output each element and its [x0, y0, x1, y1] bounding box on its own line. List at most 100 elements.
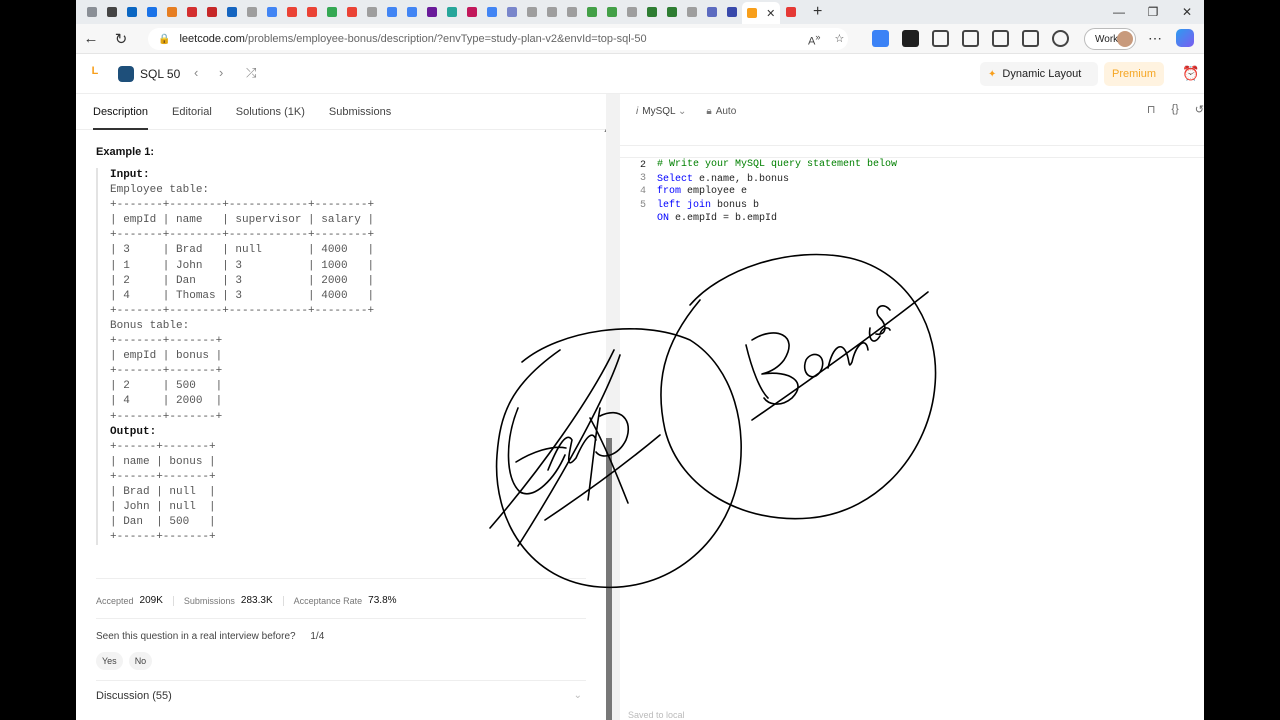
code-line[interactable]: 1 # Write your MySQL query statement bel… [620, 131, 1204, 171]
extension-icon[interactable] [902, 30, 919, 47]
browser-tab[interactable] [522, 3, 541, 21]
collections-icon[interactable] [1022, 30, 1039, 47]
performance-icon[interactable] [1052, 30, 1069, 47]
next-problem-icon[interactable]: › [219, 65, 223, 80]
extension-icon[interactable] [872, 30, 889, 47]
browser-tab[interactable] [222, 3, 241, 21]
browser-tab[interactable] [562, 3, 581, 21]
browser-tab[interactable] [162, 3, 181, 21]
favorite-star-icon[interactable]: ☆ [834, 32, 844, 48]
code-area[interactable]: 1 # Write your MySQL query statement bel… [620, 131, 1204, 225]
acceptance-rate-label: Acceptance Rate [293, 595, 363, 606]
new-tab-icon[interactable]: + [813, 3, 822, 21]
auto-mode-toggle[interactable]: 🔒︎ Auto [706, 106, 736, 117]
profile-label: Work [1095, 33, 1119, 45]
shuffle-icon[interactable]: ⤮ [246, 65, 256, 81]
close-tab-icon[interactable]: ✕ [766, 7, 775, 20]
profile-button[interactable]: Work [1084, 28, 1136, 50]
study-plan-icon[interactable] [118, 66, 134, 82]
reset-icon[interactable]: ↺ [1195, 103, 1204, 116]
maximize-icon[interactable]: ❐ [1136, 5, 1170, 19]
browser-tab[interactable] [302, 3, 321, 21]
browser-tab[interactable] [242, 3, 261, 21]
browser-tab[interactable] [442, 3, 461, 21]
format-braces-icon[interactable]: {} [1171, 103, 1178, 116]
lock-icon: 🔒︎ [706, 105, 712, 117]
split-screen-icon[interactable] [962, 30, 979, 47]
language-select[interactable]: i MySQL ⌄ [636, 106, 686, 117]
tab-solutions[interactable]: Solutions (1K) [236, 94, 305, 130]
browser-tab[interactable] [662, 3, 681, 21]
minimize-icon[interactable]: — [1102, 5, 1136, 19]
browser-tab[interactable] [122, 3, 141, 21]
no-button[interactable]: No [128, 652, 153, 670]
scrollbar-thumb[interactable] [606, 438, 612, 720]
code-line[interactable]: 5 ON e.empId = b.empId [620, 185, 1204, 225]
puzzle-icon[interactable] [932, 30, 949, 47]
divider [172, 595, 174, 606]
discussion-section[interactable]: Discussion (55) ⌄ [96, 690, 586, 702]
leetcode-logo-icon[interactable]: ᴸ [92, 65, 108, 83]
bonus-table-label: Bonus table: [110, 319, 190, 332]
browser-tab[interactable] [622, 3, 641, 21]
tab-submissions[interactable]: Submissions [329, 94, 391, 130]
code-line-active[interactable]: 2 Select e.name, b.bonus [620, 144, 1204, 185]
browser-tab[interactable] [682, 3, 701, 21]
browser-tab[interactable] [182, 3, 201, 21]
url-field[interactable]: 🔒 leetcode.com/problems/employee-bonus/d… [148, 28, 848, 50]
site-info-icon[interactable]: 🔒 [158, 34, 170, 45]
browser-tab[interactable] [482, 3, 501, 21]
browser-tab[interactable] [402, 3, 421, 21]
chevron-down-icon[interactable]: ⌄ [574, 690, 582, 701]
browser-tab[interactable] [722, 3, 741, 21]
timer-icon[interactable]: ⏰ [1182, 65, 1199, 82]
bookmark-icon[interactable]: ⊓ [1147, 103, 1156, 116]
browser-tab[interactable] [382, 3, 401, 21]
browser-tab[interactable] [282, 3, 301, 21]
copilot-icon[interactable] [1176, 29, 1194, 47]
browser-tab[interactable] [322, 3, 341, 21]
refresh-icon[interactable]: ↻ [106, 30, 136, 48]
browser-tab[interactable] [342, 3, 361, 21]
browser-tab[interactable] [142, 3, 161, 21]
code-keyword: ON [657, 213, 670, 224]
url-path: /problems/employee-bonus/description/?en… [244, 33, 647, 45]
browser-tab[interactable] [602, 3, 621, 21]
language-label: MySQL [642, 105, 676, 117]
browser-tab[interactable] [642, 3, 661, 21]
browser-tab-active[interactable]: ✕ [742, 2, 780, 24]
code-line[interactable]: 4 left join bonus b [620, 172, 1204, 211]
browser-tab[interactable] [422, 3, 441, 21]
yes-button[interactable]: Yes [96, 652, 123, 670]
problem-content: Example 1: Input: Employee table: +-----… [96, 146, 586, 546]
study-plan-name[interactable]: SQL 50 [140, 67, 180, 81]
tab-editorial[interactable]: Editorial [172, 94, 212, 130]
browser-tab[interactable] [102, 3, 121, 21]
auto-mode-label: Auto [715, 105, 737, 117]
dynamic-layout-button[interactable]: ✦ Dynamic Layout [980, 62, 1098, 86]
browser-tab[interactable] [202, 3, 221, 21]
prev-problem-icon[interactable]: ‹ [194, 65, 198, 80]
favorites-icon[interactable] [992, 30, 1009, 47]
avatar [1117, 31, 1133, 47]
output-table: +------+-------+ | name | bonus | +-----… [110, 440, 216, 544]
more-menu-icon[interactable]: ⋯ [1148, 30, 1162, 47]
browser-tab[interactable] [362, 3, 381, 21]
browser-tab[interactable] [781, 3, 800, 21]
browser-tab[interactable] [82, 3, 101, 21]
browser-tab[interactable] [462, 3, 481, 21]
browser-tab[interactable] [262, 3, 281, 21]
back-icon[interactable]: ← [76, 30, 106, 47]
panel-splitter[interactable] [606, 94, 620, 720]
example-heading: Example 1: [96, 146, 155, 158]
close-window-icon[interactable]: ✕ [1170, 5, 1204, 19]
code-line[interactable]: 3 from employee e [620, 158, 1204, 198]
premium-button[interactable]: Premium [1104, 62, 1164, 86]
tab-description[interactable]: Description [93, 94, 149, 130]
browser-tab[interactable] [582, 3, 601, 21]
read-aloud-icon[interactable]: A» [808, 32, 820, 48]
browser-tab[interactable] [702, 3, 721, 21]
browser-tab[interactable] [502, 3, 521, 21]
divider [96, 680, 586, 681]
browser-tab[interactable] [542, 3, 561, 21]
